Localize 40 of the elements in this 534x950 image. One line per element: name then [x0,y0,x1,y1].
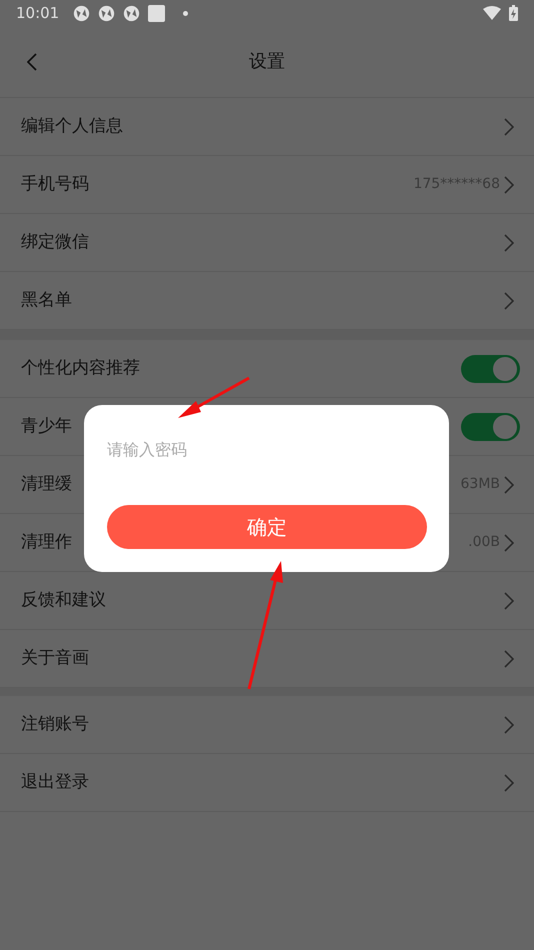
toggle-switch[interactable] [461,412,520,440]
chevron-right-icon [504,176,514,194]
status-time: 10:01 [16,2,60,24]
app-notification-icon [123,4,140,22]
chevron-right-icon [504,650,514,668]
chevron-right-icon [504,476,514,494]
chevron-right-icon [504,292,514,310]
row-label: 手机号码 [21,172,89,196]
chevron-right-icon [504,534,514,552]
back-icon [27,53,37,71]
app-notification-icon [98,4,116,22]
page-title: 设置 [249,50,285,74]
chevron-right-icon [504,118,514,136]
confirm-button[interactable]: 确定 [107,505,427,549]
chevron-right-icon [504,234,514,252]
chevron-right-icon [504,774,514,792]
chevron-right-icon [504,716,514,734]
toggle-switch[interactable] [461,354,520,382]
row-label: 清理作 [21,530,72,554]
app-notification-icon [73,4,90,22]
row-label: 反馈和建议 [21,588,106,612]
row-label: 注销账号 [21,712,89,736]
wifi-icon [483,6,501,20]
row-label: 关于音画 [21,646,89,670]
settings-row[interactable]: 注销账号 [0,696,534,754]
row-label: 编辑个人信息 [21,114,123,138]
row-label: 清理缓 [21,472,72,496]
chevron-right-icon [504,592,514,610]
row-label: 黑名单 [21,288,72,312]
row-label: 退出登录 [21,770,89,794]
settings-row[interactable]: 编辑个人信息 [0,98,534,156]
settings-row[interactable]: 绑定微信 [0,214,534,272]
row-label: 个性化内容推荐 [21,356,140,380]
password-field[interactable]: 请输入密码 [107,438,426,462]
row-label: 青少年 [21,414,72,438]
row-label: 绑定微信 [21,230,89,254]
square-icon [148,4,166,22]
settings-row[interactable]: 退出登录 [0,754,534,812]
battery-icon [509,5,518,21]
settings-row[interactable]: 个性化内容推荐 [0,340,534,398]
